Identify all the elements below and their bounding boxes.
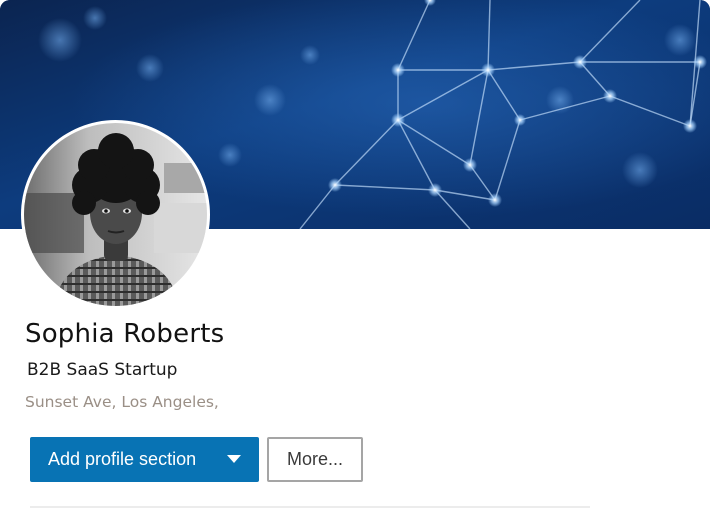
profile-card: Sophia Roberts B2B SaaS Startup Sunset A… bbox=[0, 0, 710, 510]
chevron-down-icon bbox=[227, 455, 241, 463]
add-profile-section-label: Add profile section bbox=[48, 449, 197, 469]
divider bbox=[30, 506, 590, 508]
profile-headline: B2B SaaS Startup bbox=[27, 360, 178, 380]
more-button-label: More... bbox=[286, 449, 343, 469]
add-profile-section-button[interactable]: Add profile section bbox=[30, 437, 259, 482]
more-button[interactable]: More... bbox=[267, 437, 363, 482]
profile-name: Sophia Roberts bbox=[25, 319, 225, 349]
profile-avatar[interactable] bbox=[24, 123, 207, 306]
profile-location: Sunset Ave, Los Angeles, bbox=[25, 393, 219, 411]
